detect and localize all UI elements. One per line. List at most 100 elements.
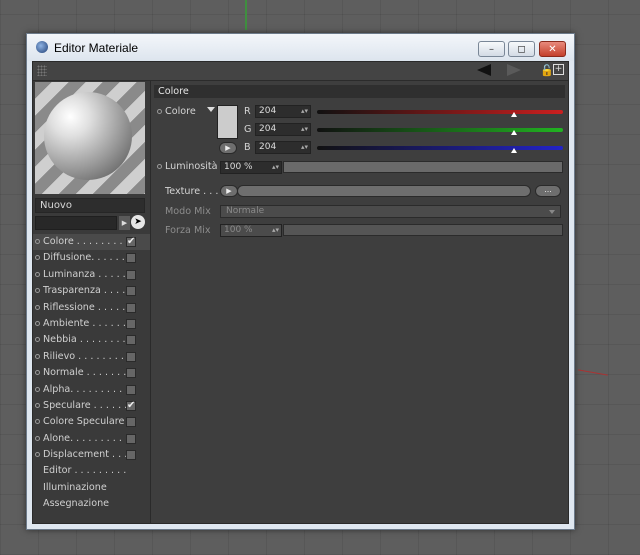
back-arrow-icon[interactable] — [477, 64, 491, 76]
brightness-slider[interactable] — [283, 161, 563, 173]
g-spinner-icon[interactable]: ▴▾ — [301, 124, 308, 135]
channel-checkbox[interactable] — [126, 286, 136, 297]
channel-checkbox[interactable] — [126, 318, 136, 329]
chevron-down-icon — [549, 210, 555, 214]
channel-checkbox[interactable] — [126, 351, 136, 362]
animation-ring-icon[interactable] — [35, 370, 40, 376]
mix-mode-value: Normale — [226, 206, 265, 216]
channel-item[interactable]: Normale . . . . . . . — [33, 365, 150, 381]
animation-ring-icon[interactable] — [35, 452, 40, 458]
animation-ring-icon[interactable] — [35, 288, 40, 294]
title-bar[interactable]: Editor Materiale – ◻ ✕ — [27, 34, 574, 61]
g-value-text: 204 — [259, 124, 277, 134]
animation-ring-icon[interactable] — [35, 255, 40, 261]
channel-item[interactable]: Riflessione . . . . . — [33, 300, 150, 316]
color-swatch[interactable] — [217, 105, 238, 139]
channel-checkbox[interactable] — [126, 335, 136, 346]
animation-ring-icon[interactable] — [35, 402, 40, 408]
g-value-field[interactable]: 204 ▴▾ — [255, 123, 311, 136]
brightness-animation-ring-icon[interactable] — [157, 164, 162, 169]
channel-item[interactable]: Luminanza . . . . . — [33, 267, 150, 283]
channel-label: Diffusione. . . . . . — [43, 252, 125, 264]
r-value-field[interactable]: 204 ▴▾ — [255, 105, 311, 118]
new-window-icon[interactable]: + — [553, 64, 564, 75]
channel-item[interactable]: Alone. . . . . . . . . . — [33, 431, 150, 447]
channel-checkbox[interactable] — [126, 368, 136, 379]
channel-list: Colore . . . . . . . . ✔ Diffusione. . . .… — [33, 234, 150, 513]
channel-item[interactable]: Ambiente . . . . . . — [33, 316, 150, 332]
channel-item[interactable]: Editor . . . . . . . . . — [33, 463, 150, 479]
lock-icon[interactable]: 🔓 — [540, 64, 554, 77]
channel-item[interactable]: Rilievo . . . . . . . . — [33, 349, 150, 365]
channel-item[interactable]: Nebbia . . . . . . . . — [33, 332, 150, 348]
g-slider-thumb[interactable] — [510, 130, 517, 135]
channel-item[interactable]: Trasparenza . . . . — [33, 283, 150, 299]
animation-ring-icon[interactable] — [35, 353, 40, 359]
b-label: B — [244, 142, 251, 153]
r-slider[interactable] — [317, 110, 563, 114]
channel-checkbox[interactable] — [126, 253, 136, 264]
expand-arrow-icon[interactable]: ▶ — [119, 216, 130, 230]
channel-item[interactable]: Alpha. . . . . . . . . . — [33, 382, 150, 398]
channel-item[interactable]: Displacement . . . — [33, 447, 150, 463]
channel-checkbox[interactable] — [126, 269, 136, 280]
channel-item[interactable]: Colore . . . . . . . . ✔ — [33, 234, 150, 251]
close-button[interactable]: ✕ — [539, 41, 566, 57]
color-mode-dropdown-icon[interactable] — [207, 107, 215, 112]
channel-item[interactable]: Diffusione. . . . . . — [33, 250, 150, 266]
b-value-field[interactable]: 204 ▴▾ — [255, 141, 311, 154]
channel-checkbox[interactable] — [126, 433, 136, 444]
brightness-value-field[interactable]: 100 % ▴▾ — [220, 161, 282, 174]
animation-ring-icon[interactable] — [35, 419, 40, 425]
grip-icon[interactable] — [37, 65, 47, 76]
editor-toolbar: 🔓 + — [33, 62, 568, 81]
picker-cursor-icon[interactable]: ➤ — [131, 215, 145, 229]
brightness-label: Luminosità — [165, 161, 218, 172]
checkmark-icon[interactable]: ✔ — [126, 400, 136, 411]
animation-ring-icon[interactable] — [35, 239, 40, 244]
channel-label: Ambiente . . . . . . — [43, 317, 126, 329]
r-spinner-icon[interactable]: ▴▾ — [301, 106, 308, 117]
animation-ring-icon[interactable] — [35, 320, 40, 326]
material-name-field[interactable]: Nuovo — [35, 198, 145, 213]
r-slider-thumb[interactable] — [510, 112, 517, 117]
channel-item[interactable]: Speculare . . . . . . ✔ — [33, 398, 150, 414]
b-slider[interactable] — [317, 146, 563, 150]
brightness-spinner-icon[interactable]: ▴▾ — [272, 162, 279, 173]
animation-ring-icon[interactable] — [35, 435, 40, 441]
channel-item[interactable]: Colore Speculare — [33, 414, 150, 430]
checkmark-icon[interactable]: ✔ — [126, 237, 136, 247]
animation-ring-icon[interactable] — [35, 271, 40, 277]
mix-strength-slider[interactable] — [283, 224, 563, 236]
channel-label: Illuminazione — [43, 481, 107, 493]
material-preview[interactable] — [35, 82, 145, 194]
animation-ring-icon[interactable] — [35, 337, 40, 343]
b-slider-thumb[interactable] — [510, 148, 517, 153]
g-slider[interactable] — [317, 128, 563, 132]
channel-checkbox[interactable] — [126, 417, 136, 428]
preview-sphere — [44, 92, 132, 180]
channel-checkbox[interactable] — [126, 384, 136, 395]
animation-ring-icon[interactable] — [35, 304, 40, 310]
b-spinner-icon[interactable]: ▴▾ — [301, 142, 308, 153]
channel-item[interactable]: Illuminazione — [33, 480, 150, 496]
texture-expand-button[interactable]: ▶ — [220, 185, 238, 197]
mix-strength-field[interactable]: 100 % ▴▾ — [220, 224, 282, 237]
mix-mode-select[interactable]: Normale — [220, 205, 561, 218]
forward-arrow-icon[interactable] — [507, 64, 521, 76]
mix-strength-spinner-icon[interactable]: ▴▾ — [272, 225, 279, 236]
mix-strength-label: Forza Mix — [165, 225, 211, 236]
app-icon — [36, 41, 48, 53]
maximize-button[interactable]: ◻ — [508, 41, 535, 57]
minimize-button[interactable]: – — [478, 41, 505, 57]
animation-ring-icon[interactable] — [35, 386, 40, 392]
material-filter-input[interactable] — [35, 216, 117, 230]
color-animation-ring-icon[interactable] — [157, 109, 162, 114]
channel-checkbox[interactable] — [126, 450, 136, 461]
color-expand-button[interactable]: ▶ — [219, 142, 237, 154]
mix-mode-label: Modo Mix — [165, 206, 211, 217]
texture-browse-button[interactable]: ... — [535, 185, 561, 197]
channel-item[interactable]: Assegnazione — [33, 496, 150, 512]
texture-field[interactable] — [237, 185, 531, 197]
channel-checkbox[interactable] — [126, 302, 136, 313]
